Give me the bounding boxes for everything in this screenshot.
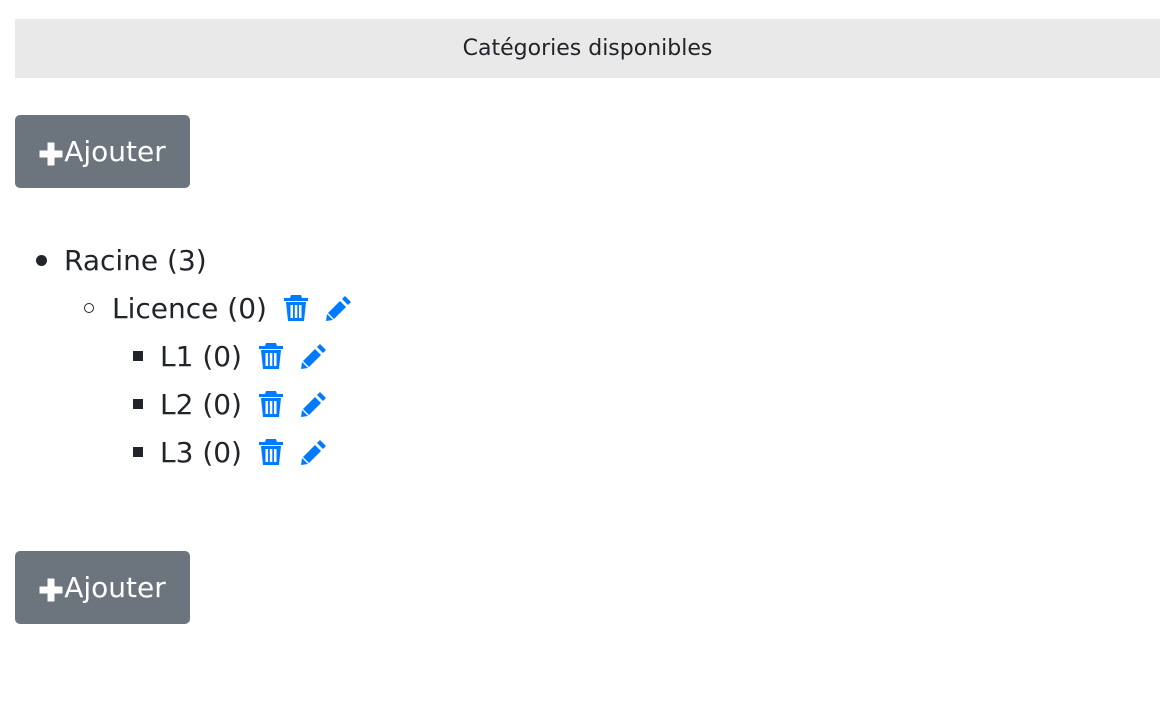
tree-item-label: Racine (3) xyxy=(64,243,207,277)
plus-icon xyxy=(39,576,63,601)
tree-item-label: L2 (0) xyxy=(160,387,242,421)
tree-item-licence: Licence (0) xyxy=(84,284,351,332)
circle-bullet xyxy=(84,303,94,313)
add-button-top[interactable]: Ajouter xyxy=(15,115,190,188)
square-bullet xyxy=(133,399,143,409)
pencil-icon[interactable] xyxy=(300,342,326,370)
tree-item-label: L3 (0) xyxy=(160,435,242,469)
page-title: Catégories disponibles xyxy=(15,19,1160,78)
plus-icon xyxy=(39,140,63,165)
tree-item-l3: L3 (0) xyxy=(133,428,326,476)
trash-icon[interactable] xyxy=(258,390,284,418)
add-button-label: Ajouter xyxy=(64,571,166,604)
tree-item-label: Licence (0) xyxy=(112,291,267,325)
square-bullet xyxy=(133,447,143,457)
tree-item-l2: L2 (0) xyxy=(133,380,326,428)
trash-icon[interactable] xyxy=(258,342,284,370)
square-bullet xyxy=(133,351,143,361)
tree-item-root: Racine (3) xyxy=(36,236,207,284)
trash-icon[interactable] xyxy=(258,438,284,466)
pencil-icon[interactable] xyxy=(300,438,326,466)
pencil-icon[interactable] xyxy=(325,294,351,322)
add-button-label: Ajouter xyxy=(64,135,166,168)
page-title-text: Catégories disponibles xyxy=(462,36,713,61)
pencil-icon[interactable] xyxy=(300,390,326,418)
tree-item-l1: L1 (0) xyxy=(133,332,326,380)
add-button-bottom[interactable]: Ajouter xyxy=(15,551,190,624)
tree-item-label: L1 (0) xyxy=(160,339,242,373)
disc-bullet xyxy=(36,255,47,266)
trash-icon[interactable] xyxy=(283,294,309,322)
